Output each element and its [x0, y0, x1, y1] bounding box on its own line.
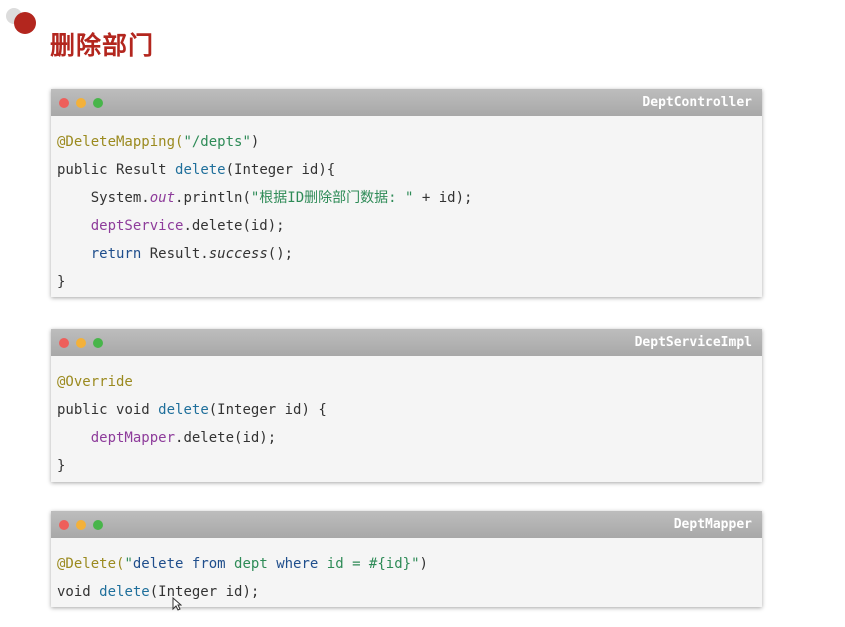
code-token: public [57, 162, 117, 178]
code-block: @Delete("delete from dept where id = #{i… [51, 538, 762, 614]
code-token: delete [175, 162, 226, 178]
code-token: public [57, 402, 117, 418]
code-token: Result. [149, 246, 209, 262]
code-token: success [208, 246, 268, 262]
code-token: .delete(id); [175, 430, 277, 446]
code-block: @Override public void delete(Integer id) … [51, 356, 762, 488]
window-header: DeptServiceImpl [51, 329, 762, 356]
code-token: + id); [413, 190, 473, 206]
code-window-dept-service-impl: DeptServiceImpl @Override public void del… [51, 329, 762, 482]
minimize-dot-icon[interactable] [76, 520, 86, 530]
code-token: return [90, 246, 150, 262]
code-token: @Delete( [57, 556, 125, 572]
code-token: dept [234, 556, 277, 572]
code-token: out [149, 190, 176, 206]
window-controls [59, 520, 103, 530]
code-token: (Integer id); [149, 584, 260, 600]
code-line: System.out.println("根据ID删除部门数据: " + id); [57, 184, 756, 212]
code-token: delete [99, 584, 150, 600]
close-dot-icon[interactable] [59, 98, 69, 108]
code-token: System. [57, 190, 150, 206]
window-controls [59, 98, 103, 108]
code-token: "根据ID删除部门数据: " [250, 190, 414, 206]
code-token: void [57, 584, 100, 600]
code-token: @DeleteMapping( [57, 134, 184, 150]
window-title: DeptServiceImpl [634, 335, 752, 350]
maximize-dot-icon[interactable] [93, 338, 103, 348]
mouse-cursor-icon [172, 597, 182, 611]
code-token: (); [267, 246, 294, 262]
minimize-dot-icon[interactable] [76, 338, 86, 348]
code-line: @DeleteMapping("/depts") [57, 128, 756, 156]
window-header: DeptMapper [51, 511, 762, 538]
code-token: .println( [175, 190, 251, 206]
code-block: @DeleteMapping("/depts") public Result de… [51, 116, 762, 304]
code-line: } [57, 268, 756, 296]
code-line: public void delete(Integer id) { [57, 396, 756, 424]
code-token: from [191, 556, 235, 572]
code-line: deptService.delete(id); [57, 212, 756, 240]
minimize-dot-icon[interactable] [76, 98, 86, 108]
code-token: = #{id}" [352, 556, 420, 572]
code-token: } [57, 458, 66, 474]
window-title: DeptController [642, 95, 752, 110]
close-dot-icon[interactable] [59, 520, 69, 530]
maximize-dot-icon[interactable] [93, 98, 103, 108]
close-dot-icon[interactable] [59, 338, 69, 348]
code-window-dept-controller: DeptController @DeleteMapping("/depts") p… [51, 89, 762, 297]
code-token: "/depts" [183, 134, 251, 150]
logo-dot-icon [14, 12, 36, 34]
code-token: where [276, 556, 327, 572]
code-window-dept-mapper: DeptMapper @Delete("delete from dept whe… [51, 511, 762, 607]
code-token: } [57, 274, 66, 290]
slide-page: 删除部门 DeptController @DeleteMapping("/dep… [0, 0, 845, 627]
page-title: 删除部门 [50, 31, 155, 60]
code-token: Result [116, 162, 176, 178]
code-token: .delete(id); [183, 218, 285, 234]
code-token: delete [158, 402, 209, 418]
code-token: deptService [90, 218, 184, 234]
code-token: ) [250, 134, 260, 150]
code-line: } [57, 452, 756, 480]
code-line: void delete(Integer id); [57, 578, 756, 606]
maximize-dot-icon[interactable] [93, 520, 103, 530]
code-line: return Result.success(); [57, 240, 756, 268]
code-token: id [326, 556, 353, 572]
code-token: void [116, 402, 159, 418]
code-line: @Delete("delete from dept where id = #{i… [57, 550, 756, 578]
code-line: @Override [57, 368, 756, 396]
window-title: DeptMapper [673, 517, 752, 532]
code-token: deptMapper [90, 430, 176, 446]
window-controls [59, 338, 103, 348]
code-line: public Result delete(Integer id){ [57, 156, 756, 184]
code-token: " [124, 556, 133, 572]
code-token: @Override [57, 374, 133, 390]
window-header: DeptController [51, 89, 762, 116]
code-token: ) [419, 556, 428, 572]
code-token: delete [132, 556, 192, 572]
code-line: deptMapper.delete(id); [57, 424, 756, 452]
code-token: (Integer id) { [208, 402, 327, 418]
code-token: (Integer id){ [225, 162, 336, 178]
